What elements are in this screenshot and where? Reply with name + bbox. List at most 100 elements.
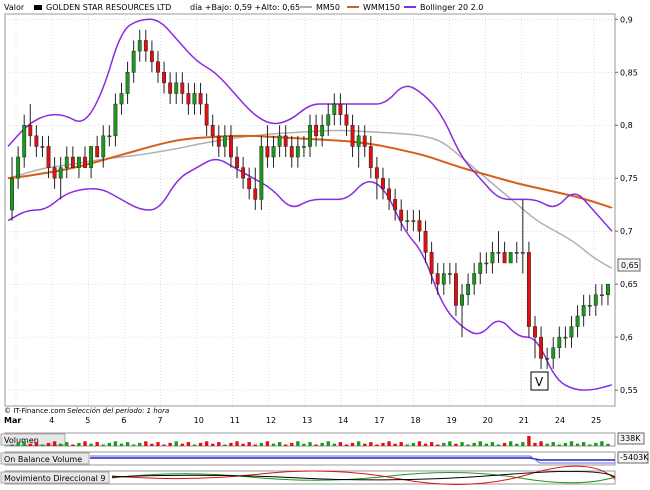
candle-body	[40, 146, 45, 148]
candle-body	[593, 294, 598, 306]
candle-body	[423, 230, 428, 253]
volume-bar	[277, 442, 282, 446]
volume-bar	[284, 444, 288, 446]
volume-bar	[113, 441, 118, 446]
candle-body	[10, 177, 14, 211]
volume-bar	[180, 443, 184, 446]
volume-bar	[241, 443, 245, 446]
volume-bar	[350, 442, 355, 446]
x-tick-label: 11	[230, 416, 240, 425]
volume-bar	[600, 441, 604, 446]
candle-body	[539, 336, 543, 359]
x-tick-label: 12	[266, 416, 276, 425]
candle-body	[22, 124, 27, 158]
candle-body	[393, 199, 398, 211]
candle-body	[399, 209, 404, 221]
legend-wmm150: WMM150	[363, 3, 400, 12]
candle-body	[216, 135, 221, 147]
candle-body	[131, 50, 136, 73]
candle-body	[599, 294, 604, 297]
volume-bar	[16, 442, 20, 446]
candle-body	[472, 273, 477, 285]
volume-bar	[588, 444, 592, 446]
candle-body	[46, 146, 51, 168]
signal-marker-label: V	[535, 375, 544, 389]
volume-bar	[271, 443, 276, 446]
volume-bar	[302, 443, 306, 446]
volume-bar	[533, 442, 537, 446]
candle-body	[259, 146, 264, 200]
candle-body	[295, 146, 300, 158]
volume-bar	[22, 441, 26, 446]
chart-title: GOLDEN STAR RESOURCES LTD	[46, 3, 171, 12]
candle-body	[235, 156, 239, 168]
volume-bar	[198, 442, 203, 446]
volume-bar	[569, 441, 574, 446]
candle-body	[502, 252, 507, 264]
y-tick-label: 0,8	[620, 121, 633, 130]
volume-bar	[375, 444, 379, 446]
x-tick-label: 5	[85, 416, 90, 425]
candle-body	[484, 262, 489, 265]
y-tick-label: 0,6	[620, 333, 633, 342]
candle-body	[77, 156, 81, 168]
x-tick-label: 10	[194, 416, 204, 425]
volume-bar	[539, 441, 543, 446]
x-tick-label: Mar	[4, 416, 21, 425]
x-tick-label: 25	[591, 416, 601, 425]
volume-bar	[332, 443, 336, 446]
volume-bar	[521, 442, 525, 446]
x-tick-label: 24	[555, 416, 565, 425]
volume-bar	[436, 444, 440, 446]
volume-bar	[28, 443, 32, 446]
legend-bollinger: Bollinger 20 2.0	[420, 3, 483, 12]
volume-bar	[575, 443, 580, 446]
candle-body	[350, 124, 355, 147]
volume-bar	[204, 441, 209, 446]
volume-bar	[484, 443, 489, 446]
volume-bar	[545, 443, 549, 446]
x-tick-label: 7	[158, 416, 163, 425]
candle-body	[314, 124, 319, 137]
candle-body	[496, 252, 501, 254]
volume-bar	[496, 444, 501, 446]
volume-bar	[265, 441, 270, 446]
candle-body	[575, 315, 580, 327]
x-tick-label: 21	[519, 416, 529, 425]
volume-bar	[466, 444, 470, 446]
volume-bar	[34, 442, 39, 446]
y-tick-label: 0,9	[620, 15, 633, 24]
volume-bar	[138, 442, 142, 446]
candle-body	[168, 82, 173, 94]
candle-body	[563, 336, 568, 339]
candle-body	[95, 146, 100, 158]
dmi-title: Movimiento Direccional 9	[4, 474, 106, 483]
volume-bar	[320, 442, 324, 446]
x-tick-label: 20	[483, 416, 493, 425]
volume-bar	[211, 443, 215, 446]
volume-bar	[253, 444, 257, 446]
volume-bar	[174, 441, 178, 446]
volume-bar	[46, 442, 51, 446]
y-tick-label: 0,65	[620, 280, 638, 289]
volume-bar	[478, 441, 482, 446]
candle-body	[149, 50, 154, 62]
volume-bar	[223, 444, 227, 446]
volume-bar	[192, 444, 197, 446]
volume-bar	[40, 444, 45, 446]
volume-bar	[235, 441, 239, 446]
volume-bar	[52, 441, 57, 446]
candle-body	[417, 220, 422, 232]
volume-bar	[344, 444, 349, 446]
volume-bar	[101, 444, 105, 446]
volume-bar	[89, 443, 93, 446]
candle-body	[162, 72, 166, 84]
candle-body	[204, 103, 209, 126]
period-info: Selección del período: 1 hora	[67, 407, 169, 415]
volume-bar	[460, 442, 464, 446]
candle-body	[490, 252, 495, 264]
candle-body	[143, 40, 148, 52]
candle-body	[356, 135, 361, 147]
candle-body	[186, 93, 191, 105]
candle-body	[569, 326, 574, 338]
